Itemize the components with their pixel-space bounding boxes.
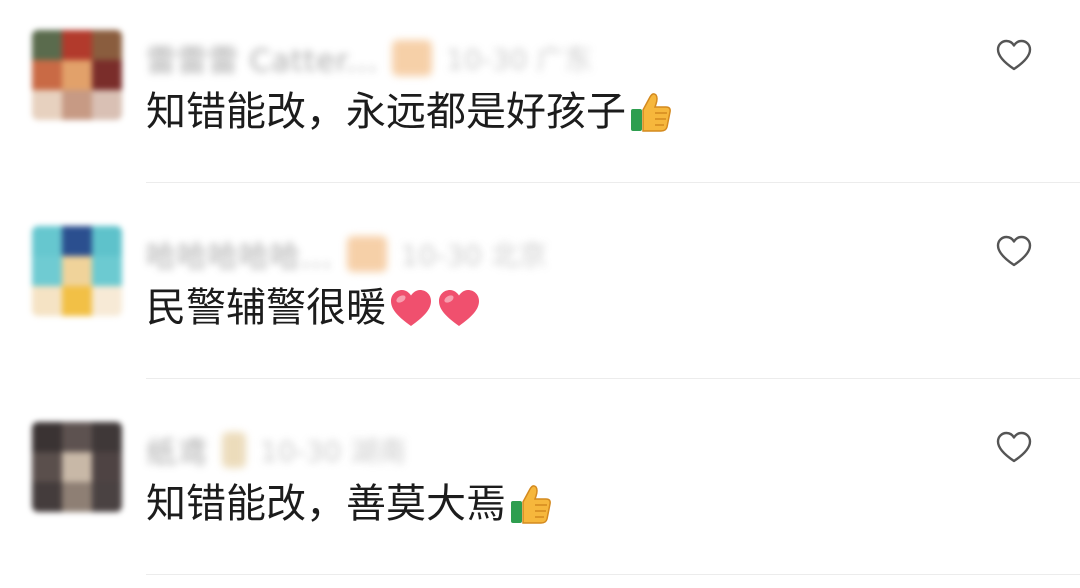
- comment-text: 知错能改，善莫大焉: [146, 476, 554, 532]
- heart-icon: [436, 285, 482, 331]
- heart-outline-icon: [996, 235, 1032, 267]
- timestamp: 10-30 湖南: [260, 435, 407, 468]
- badge-icon: [392, 40, 433, 76]
- badge-icon: [346, 236, 387, 272]
- avatar-pixel: [32, 482, 62, 512]
- comment-item: 纸鸢 10-30 湖南 知错能改，善莫大焉: [0, 392, 1080, 588]
- avatar-pixel: [62, 256, 92, 286]
- comment-meta: 纸鸢 10-30 湖南: [146, 428, 407, 472]
- avatar-pixel: [62, 60, 92, 90]
- avatar-pixel: [92, 60, 122, 90]
- like-button[interactable]: [994, 428, 1034, 468]
- avatar-pixel: [92, 482, 122, 512]
- comment-text: 知错能改，永远都是好孩子: [146, 84, 674, 140]
- badge-icon: [222, 432, 246, 468]
- timestamp: 10-30 北京: [400, 239, 547, 272]
- avatar-pixel: [32, 60, 62, 90]
- avatar-pixel: [32, 90, 62, 120]
- username[interactable]: 哈哈哈哈哈...: [146, 232, 333, 276]
- comment-body: 知错能改，永远都是好孩子: [146, 89, 626, 135]
- comment-body: 民警辅警很暖: [146, 285, 386, 331]
- divider: [146, 182, 1080, 183]
- like-button[interactable]: [994, 232, 1034, 272]
- thumbs-up-icon: [628, 89, 674, 135]
- avatar[interactable]: [32, 226, 122, 316]
- avatar-pixel: [32, 422, 62, 452]
- timestamp: 10-30 广东: [446, 43, 593, 76]
- avatar-pixel: [92, 286, 122, 316]
- comment-item: 雷雷雷 Catter... 10-30 广东 知错能改，永远都是好孩子: [0, 0, 1080, 196]
- divider: [146, 574, 1080, 575]
- avatar-pixel: [32, 452, 62, 482]
- like-button[interactable]: [994, 36, 1034, 76]
- comment-meta: 雷雷雷 Catter... 10-30 广东: [146, 36, 593, 80]
- avatar[interactable]: [32, 30, 122, 120]
- avatar-pixel: [62, 452, 92, 482]
- avatar[interactable]: [32, 422, 122, 512]
- avatar-pixel: [92, 256, 122, 286]
- avatar-pixel: [92, 90, 122, 120]
- comment-body: 知错能改，善莫大焉: [146, 481, 506, 527]
- divider: [146, 378, 1080, 379]
- avatar-pixel: [92, 226, 122, 256]
- avatar-pixel: [62, 226, 92, 256]
- avatar-pixel: [32, 30, 62, 60]
- avatar-pixel: [62, 286, 92, 316]
- avatar-pixel: [32, 226, 62, 256]
- thumbs-up-icon: [508, 481, 554, 527]
- heart-outline-icon: [996, 431, 1032, 463]
- comment-item: 哈哈哈哈哈... 10-30 北京 民警辅警很暖: [0, 196, 1080, 392]
- avatar-pixel: [32, 286, 62, 316]
- avatar-pixel: [62, 90, 92, 120]
- heart-outline-icon: [996, 39, 1032, 71]
- comment-meta: 哈哈哈哈哈... 10-30 北京: [146, 232, 547, 276]
- avatar-pixel: [32, 256, 62, 286]
- comment-text: 民警辅警很暖: [146, 280, 482, 336]
- username[interactable]: 雷雷雷 Catter...: [146, 36, 378, 80]
- avatar-pixel: [62, 422, 92, 452]
- comment-list: 雷雷雷 Catter... 10-30 广东 知错能改，永远都是好孩子 哈哈哈哈…: [0, 0, 1080, 578]
- avatar-pixel: [62, 30, 92, 60]
- avatar-pixel: [92, 422, 122, 452]
- avatar-pixel: [92, 452, 122, 482]
- avatar-pixel: [92, 30, 122, 60]
- username[interactable]: 纸鸢: [146, 428, 208, 472]
- heart-icon: [388, 285, 434, 331]
- avatar-pixel: [62, 482, 92, 512]
